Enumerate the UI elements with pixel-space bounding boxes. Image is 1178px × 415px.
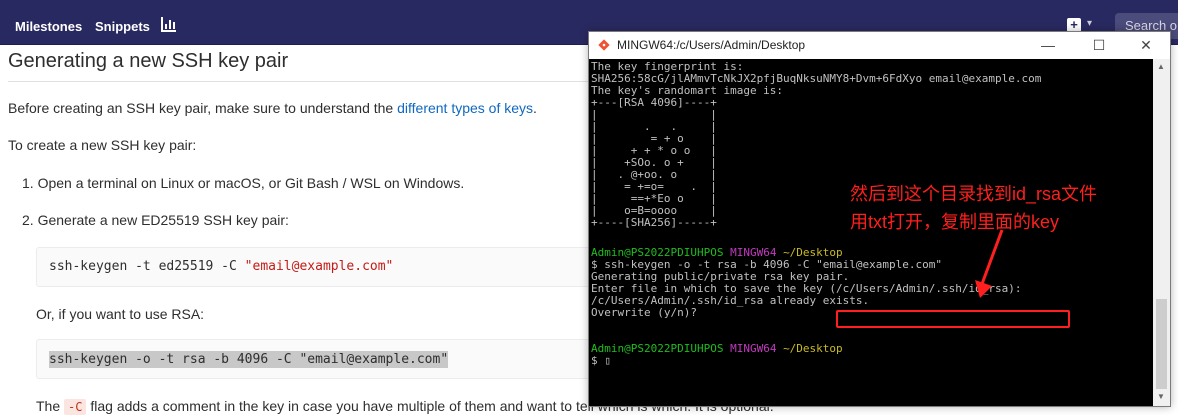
git-diamond-icon	[598, 39, 610, 51]
code-string: "email@example.com"	[244, 259, 394, 274]
code-command: ssh-keygen -t ed25519 -C	[49, 259, 245, 274]
chevron-down-icon[interactable]: ▾	[1087, 18, 1092, 29]
terminal-titlebar[interactable]: MINGW64:/c/Users/Admin/Desktop — ☐ ✕	[589, 32, 1170, 59]
intro-text: Before creating an SSH key pair, make su…	[8, 100, 398, 116]
step-2: 2. Generate a new ED25519 SSH key pair:	[22, 212, 289, 228]
step-1: 1. Open a terminal on Linux or macOS, or…	[22, 175, 465, 191]
intro-paragraph: Before creating an SSH key pair, make su…	[8, 100, 537, 116]
maximize-button[interactable]: ☐	[1088, 35, 1110, 55]
page-heading: Generating a new SSH key pair	[8, 50, 289, 72]
term-prompt: Admin@PS2022PDIUHPOS MINGW64 ~/Desktop	[591, 343, 843, 355]
code-ed25519[interactable]: ssh-keygen -t ed25519 -C "email@example.…	[49, 259, 393, 274]
term-line: +----[SHA256]-----+	[591, 216, 717, 229]
annotation-highlight-box	[836, 310, 1070, 328]
nav-snippets-link[interactable]: Snippets	[95, 19, 150, 34]
rsa-paragraph: Or, if you want to use RSA:	[36, 306, 205, 322]
prompt-env: MINGW64	[730, 342, 777, 355]
intro-end: .	[533, 100, 537, 116]
term-line: Overwrite (y/n)?	[591, 306, 697, 319]
term-cursor-line[interactable]: $ ▯	[591, 355, 611, 367]
code-block-ed25519[interactable]: ssh-keygen -t ed25519 -C "email@example.…	[36, 247, 596, 287]
annotation-arrow-icon	[975, 229, 1004, 298]
prompt-dir: ~/Desktop	[783, 342, 843, 355]
key-types-link[interactable]: different types of keys	[397, 100, 533, 116]
close-button[interactable]: ✕	[1135, 35, 1157, 55]
scroll-down-icon[interactable]: ▼	[1157, 392, 1165, 401]
flag-text-pre: The	[36, 398, 65, 414]
heading-divider	[8, 81, 608, 82]
terminal-scrollbar[interactable]: ▲ ▼	[1153, 59, 1170, 406]
scroll-up-icon[interactable]: ▲	[1157, 62, 1165, 71]
code-block-rsa[interactable]: ssh-keygen -o -t rsa -b 4096 -C "email@e…	[36, 339, 596, 379]
new-item-plus-icon[interactable]: +	[1067, 18, 1081, 32]
activity-chart-icon[interactable]	[161, 16, 177, 32]
terminal-title: MINGW64:/c/Users/Admin/Desktop	[617, 38, 806, 52]
scrollbar-thumb[interactable]	[1156, 299, 1167, 389]
nav-milestones-link[interactable]: Milestones	[15, 19, 82, 34]
minimize-button[interactable]: —	[1037, 35, 1059, 55]
to-create-paragraph: To create a new SSH key pair:	[8, 137, 197, 153]
code-rsa-selected[interactable]: ssh-keygen -o -t rsa -b 4096 -C "email@e…	[49, 351, 449, 368]
annotation-line-1: 然后到这个目录找到id_rsa文件	[850, 184, 1098, 204]
annotation-line-2: 用txt打开，复制里面的key	[850, 212, 1060, 232]
